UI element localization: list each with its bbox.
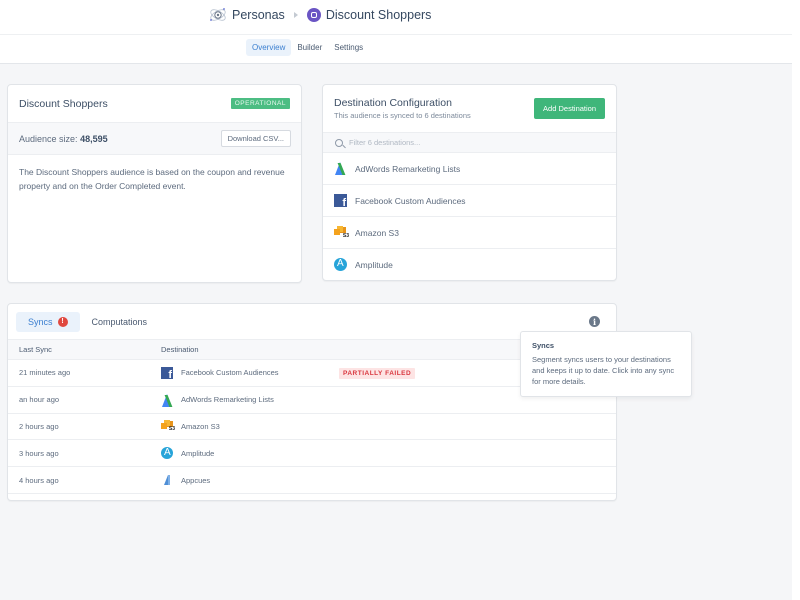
destination-item[interactable]: Amazon S3	[323, 217, 616, 249]
alert-icon: !	[57, 316, 68, 327]
amazon-s3-icon	[161, 420, 175, 432]
destination-name: Appcues	[181, 475, 211, 485]
tab-settings[interactable]: Settings	[328, 39, 369, 56]
destination-name: Amplitude	[355, 259, 393, 270]
page-tabs: Overview Builder Settings	[246, 39, 369, 56]
amplitude-icon	[334, 258, 347, 271]
facebook-icon	[334, 194, 347, 209]
audience-card-title: Discount Shoppers	[19, 97, 108, 110]
syncs-tooltip: Syncs Segment syncs users to your destin…	[520, 331, 692, 397]
destination-name: Facebook Custom Audiences	[181, 368, 279, 378]
add-destination-button[interactable]: Add Destination	[534, 98, 605, 119]
destination-name: Amplitude	[181, 448, 215, 458]
table-row[interactable]: 4 hours ago Appcues	[8, 467, 616, 494]
column-last-sync: Last Sync	[19, 345, 52, 354]
audience-size: Audience size: 48,595	[19, 134, 108, 144]
tooltip-title: Syncs	[532, 341, 555, 350]
destination-cell: AdWords Remarketing Lists	[161, 393, 339, 407]
last-sync-cell: 4 hours ago	[19, 475, 59, 485]
top-bar: Personas Discount Shoppers Overview Buil…	[0, 0, 792, 64]
audience-size-bar: Audience size: 48,595 Download CSV...	[8, 122, 301, 155]
partially-failed-badge: PARTIALLY FAILED	[339, 368, 416, 380]
tab-computations[interactable]: Computations	[80, 312, 160, 332]
destination-card-header: Destination Configuration This audience …	[323, 85, 616, 132]
audience-card-header: Discount Shoppers OPERATIONAL	[8, 85, 301, 122]
audience-icon	[306, 8, 321, 22]
amplitude-icon	[161, 447, 173, 460]
facebook-icon	[161, 366, 173, 381]
table-row[interactable]: 2 hours ago Amazon S3	[8, 414, 616, 441]
destination-name: AdWords Remarketing Lists	[355, 163, 461, 174]
tab-syncs-label: Syncs	[28, 316, 53, 327]
destination-config-card: Destination Configuration This audience …	[322, 84, 617, 281]
search-icon	[335, 138, 343, 147]
destination-cell: Appcues	[161, 474, 339, 486]
breadcrumb-audience-name: Discount Shoppers	[325, 8, 432, 22]
download-csv-button[interactable]: Download CSV...	[220, 130, 291, 147]
status-badge: OPERATIONAL	[230, 98, 290, 109]
destination-name: Amazon S3	[355, 227, 399, 238]
tooltip-body: Segment syncs users to your destinations…	[532, 355, 675, 386]
persona-atom-icon	[208, 5, 228, 25]
chevron-right-icon	[293, 12, 298, 18]
audience-size-value: 48,595	[80, 133, 108, 144]
destination-filter	[323, 132, 616, 153]
info-icon[interactable]: i	[589, 316, 600, 327]
destination-name: Facebook Custom Audiences	[355, 195, 466, 206]
audience-description: The Discount Shoppers audience is based …	[19, 167, 285, 191]
destination-cell: Amplitude	[161, 447, 339, 460]
app-container: Personas Discount Shoppers Overview Buil…	[0, 0, 792, 600]
table-row[interactable]: 3 hours ago Amplitude	[8, 440, 616, 468]
audience-card: Discount Shoppers OPERATIONAL Audience s…	[7, 84, 302, 283]
tab-builder[interactable]: Builder	[291, 39, 328, 56]
last-sync-cell: 21 minutes ago	[19, 368, 71, 378]
destination-card-subtitle: This audience is synced to 6 destination…	[334, 111, 471, 120]
amazon-s3-icon	[334, 226, 349, 239]
destination-name: AdWords Remarketing Lists	[181, 395, 274, 405]
adwords-icon	[161, 393, 173, 407]
appcues-icon	[161, 474, 173, 486]
destination-item[interactable]: AdWords Remarketing Lists	[323, 153, 616, 185]
adwords-icon	[334, 162, 347, 175]
destination-card-title: Destination Configuration	[334, 97, 452, 109]
filter-destinations-input[interactable]	[349, 138, 549, 147]
last-sync-cell: 3 hours ago	[19, 448, 59, 458]
destination-name: Amazon S3	[181, 421, 220, 431]
breadcrumb-personas-link[interactable]: Personas	[232, 8, 285, 22]
breadcrumb: Personas Discount Shoppers	[208, 5, 431, 25]
tab-syncs[interactable]: Syncs !	[16, 311, 80, 332]
destination-cell: Amazon S3	[161, 420, 339, 432]
audience-size-label: Audience size:	[19, 133, 78, 144]
header-divider	[0, 34, 792, 35]
column-destination: Destination	[161, 345, 199, 354]
last-sync-cell: an hour ago	[19, 395, 60, 405]
tab-overview[interactable]: Overview	[246, 39, 292, 56]
last-sync-cell: 2 hours ago	[19, 421, 59, 431]
destination-item[interactable]: Facebook Custom Audiences	[323, 185, 616, 217]
destination-item[interactable]: Amplitude	[323, 249, 616, 280]
destination-cell: Facebook Custom Audiences	[161, 366, 339, 381]
